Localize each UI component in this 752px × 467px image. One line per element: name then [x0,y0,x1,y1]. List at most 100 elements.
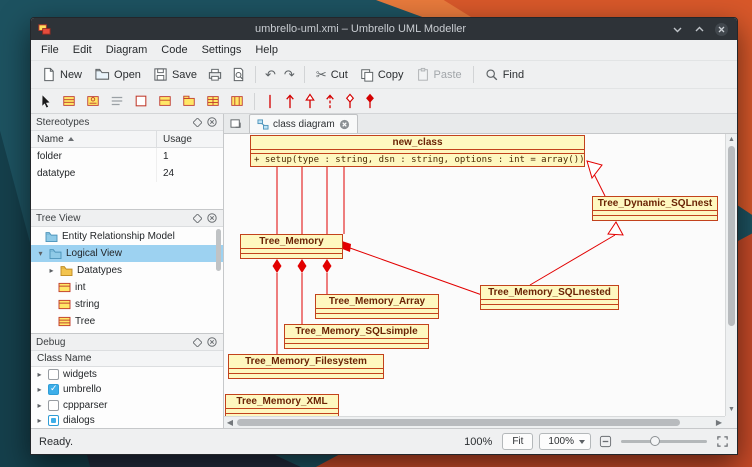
copy-button[interactable]: Copy [354,65,410,85]
tree-view-panel: Tree View Entity Relationship Model ▾ [31,210,223,334]
menu-code[interactable]: Code [154,41,194,59]
open-button[interactable]: Open [88,64,147,85]
interface-tool-button[interactable] [81,91,105,111]
association-tool-button[interactable] [260,90,280,113]
zoom-out-icon[interactable] [599,435,612,448]
scroll-right-icon[interactable]: ▶ [713,417,725,428]
uml-class-tree-memory-sqlsimple[interactable]: Tree_Memory_SQLsimple [284,324,429,349]
aggregation-tool-button[interactable] [340,90,360,113]
maximize-button[interactable] [691,21,708,38]
selection-tool-button[interactable] [35,91,57,112]
fit-button[interactable]: Fit [502,433,533,450]
print-button[interactable] [203,64,227,85]
horizontal-scrollbar-thumb[interactable] [237,419,680,426]
tab-class-diagram[interactable]: class diagram [249,114,358,133]
expander-right-icon[interactable]: ▸ [35,385,44,394]
zoom-slider-handle[interactable] [650,436,660,446]
minimize-button[interactable] [669,21,686,38]
menu-file[interactable]: File [34,41,66,59]
undo-button[interactable]: ↶ [261,65,280,84]
expander-down-icon[interactable]: ▾ [36,249,45,258]
expander-right-icon[interactable]: ▸ [35,370,44,379]
tree-scrollbar-thumb[interactable] [216,229,221,271]
uml-class-tree-memory[interactable]: Tree_Memory [240,234,343,259]
debug-item-widgets[interactable]: ▸ widgets [31,367,223,382]
menu-diagram[interactable]: Diagram [99,41,155,59]
enum-tool-icon [157,94,173,108]
entity-tool-button[interactable] [201,91,225,111]
expander-right-icon[interactable]: ▸ [47,266,56,275]
column-name[interactable]: Name [31,131,157,147]
dependency-tool-button[interactable] [320,90,340,113]
menu-settings[interactable]: Settings [195,41,249,59]
scroll-down-icon[interactable]: ▼ [726,405,737,415]
app-icon [38,23,51,36]
uml-class-tree-memory-filesystem[interactable]: Tree_Memory_Filesystem [228,354,384,379]
uml-class-new-class[interactable]: new_class + setup(type : string, dsn : s… [250,135,585,167]
diagram-canvas[interactable]: new_class + setup(type : string, dsn : s… [224,134,725,416]
zoom-slider[interactable] [621,440,707,443]
menu-help[interactable]: Help [248,41,285,59]
tree-item-string[interactable]: string [31,296,223,313]
close-tab-icon[interactable] [339,119,350,130]
float-panel-icon[interactable] [191,212,203,224]
cppparser-checkbox[interactable] [48,400,59,411]
uml-class-tree-memory-xml[interactable]: Tree_Memory_XML [225,394,339,416]
close-button[interactable] [713,21,730,38]
tree-scrollbar[interactable] [215,229,222,331]
umbrello-checkbox[interactable] [48,384,59,395]
zoom-fullscreen-icon[interactable] [716,435,729,448]
debug-column-header[interactable]: Class Name [31,351,223,367]
scroll-up-icon[interactable]: ▲ [726,135,737,145]
uml-class-tree-dynamic-sqlnest[interactable]: Tree_Dynamic_SQLnest [592,196,718,221]
package-tool-button[interactable] [177,91,201,111]
float-panel-icon[interactable] [191,116,203,128]
vertical-scrollbar[interactable]: ▲ ▼ [725,134,737,416]
datatype-tool-button[interactable] [105,91,129,111]
enum-tool-button[interactable] [153,91,177,111]
float-panel-icon[interactable] [191,336,203,348]
scroll-left-icon[interactable]: ◀ [224,417,236,428]
new-button[interactable]: New [35,64,88,85]
dialogs-checkbox[interactable] [48,415,59,426]
note-tool-button[interactable] [129,91,153,111]
directed-association-tool-button[interactable] [280,90,300,113]
titlebar[interactable]: umbrello-uml.xmi – Umbrello UML Modeller [31,18,737,40]
menu-edit[interactable]: Edit [66,41,99,59]
close-panel-icon[interactable] [206,116,218,128]
cut-button[interactable]: ✂ Cut [310,65,354,84]
print-preview-button[interactable] [227,64,250,85]
widgets-checkbox[interactable] [48,369,59,380]
uml-class-tree-memory-sqlnested[interactable]: Tree_Memory_SQLnested [480,285,619,310]
table-row[interactable]: folder 1 [31,148,223,165]
canvas-row: new_class + setup(type : string, dsn : s… [224,134,737,416]
vertical-scrollbar-thumb[interactable] [728,146,735,326]
close-panel-icon[interactable] [206,212,218,224]
save-button[interactable]: Save [147,64,203,85]
close-panel-icon[interactable] [206,336,218,348]
generalization-tool-button[interactable] [300,90,320,113]
stereotypes-table-header[interactable]: Name Usage [31,131,223,148]
table-row[interactable]: datatype 24 [31,165,223,182]
find-button[interactable]: Find [479,65,530,85]
uml-class-tree-memory-array[interactable]: Tree_Memory_Array [315,294,439,319]
debug-item-umbrello[interactable]: ▸ umbrello [31,382,223,397]
paste-button[interactable]: Paste [410,64,468,85]
class-tool-button[interactable] [57,91,81,111]
tree-item-datatypes[interactable]: ▸ Datatypes [31,262,223,279]
redo-button[interactable]: ↷ [280,65,299,84]
expander-right-icon[interactable]: ▸ [35,416,44,425]
tree-item-tree[interactable]: Tree [31,313,223,330]
column-usage[interactable]: Usage [157,134,223,145]
tree-item-entity-relationship-model[interactable]: Entity Relationship Model [31,228,223,245]
tree-item-logical-view[interactable]: ▾ Logical View [31,245,223,262]
composition-tool-button[interactable] [360,90,380,113]
debug-item-cppparser[interactable]: ▸ cppparser [31,398,223,413]
category-tool-button[interactable] [225,91,249,111]
horizontal-scrollbar[interactable]: ◀ ▶ [224,416,725,428]
expander-right-icon[interactable]: ▸ [35,401,44,410]
new-tab-icon[interactable] [226,115,246,133]
tree-item-int[interactable]: int [31,279,223,296]
debug-item-dialogs[interactable]: ▸ dialogs [31,413,223,428]
zoom-select[interactable]: 100% [539,433,591,450]
